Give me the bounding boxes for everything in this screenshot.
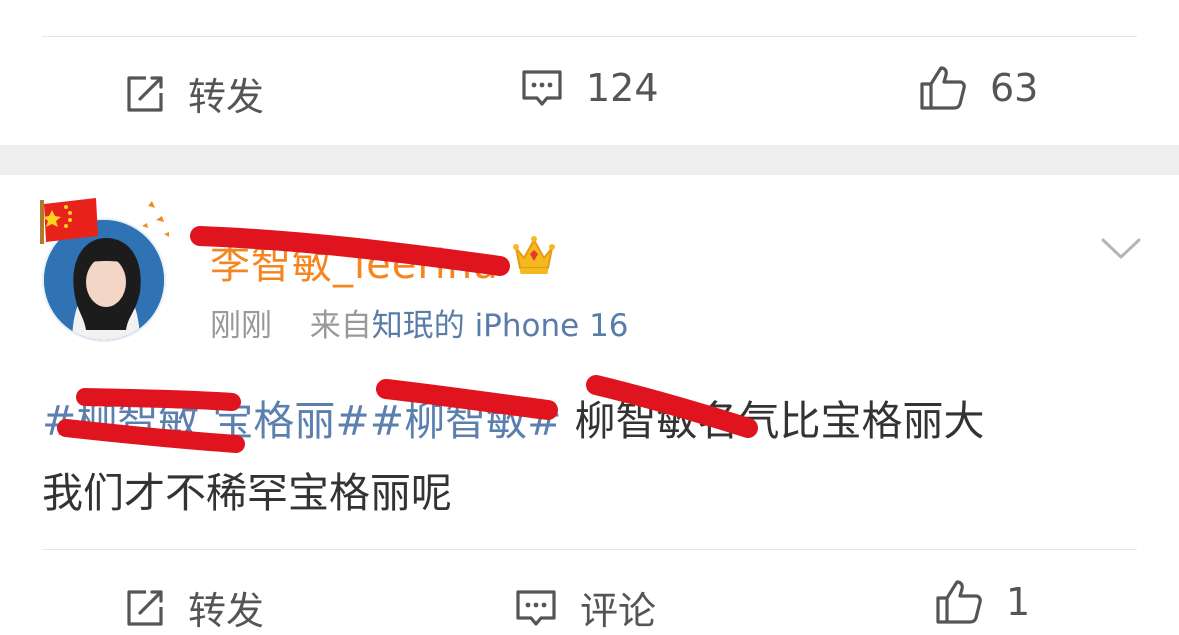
post-source[interactable]: 知珉的 iPhone 16	[372, 308, 629, 344]
comment-icon	[514, 586, 558, 630]
post-content: #柳智敏 宝格丽##柳智敏# 柳智敏名气比宝格丽大 我们才不稀罕宝格丽呢	[42, 385, 1142, 529]
top-divider	[42, 36, 1137, 37]
comment-label: 评论	[580, 589, 657, 633]
post-text-line2: 我们才不稀罕宝格丽呢	[42, 469, 452, 517]
avatar-area[interactable]	[36, 196, 176, 346]
prev-like-count: 63	[990, 66, 1039, 110]
china-flag-icon	[36, 196, 106, 248]
post-time: 刚刚	[210, 308, 272, 344]
post-author-name[interactable]: 李智敏_leerina	[210, 232, 499, 290]
thumbs-up-icon	[934, 578, 984, 626]
prev-comment-count: 124	[586, 66, 659, 110]
like-count: 1	[1006, 580, 1031, 624]
comment-icon	[520, 66, 564, 110]
repost-icon	[124, 587, 166, 629]
prev-repost-button[interactable]: 转发	[124, 66, 264, 121]
post-source-prefix: 来自	[309, 308, 372, 344]
chevron-down-icon[interactable]	[1100, 236, 1142, 266]
hashtag-link[interactable]: #柳智敏#	[370, 397, 562, 445]
repost-button[interactable]: 转发	[124, 580, 264, 635]
prev-like-button[interactable]: 63	[918, 64, 1038, 112]
comment-button[interactable]: 评论	[514, 580, 656, 635]
prev-comment-button[interactable]: 124	[520, 66, 659, 110]
thumbs-up-icon	[918, 64, 968, 112]
crown-icon	[512, 234, 556, 280]
post-meta: 刚刚 来自知珉的 iPhone 16	[210, 300, 629, 345]
action-divider	[42, 549, 1137, 550]
hashtag-link[interactable]: #柳智敏 宝格丽#	[42, 397, 370, 445]
like-button[interactable]: 1	[934, 578, 1030, 626]
repost-icon	[124, 73, 166, 115]
post-text-line1: 柳智敏名气比宝格丽大	[561, 397, 985, 445]
prev-repost-label: 转发	[188, 75, 265, 119]
post-separator	[0, 145, 1179, 175]
repost-label: 转发	[188, 589, 265, 633]
decoration-icon	[134, 200, 176, 248]
